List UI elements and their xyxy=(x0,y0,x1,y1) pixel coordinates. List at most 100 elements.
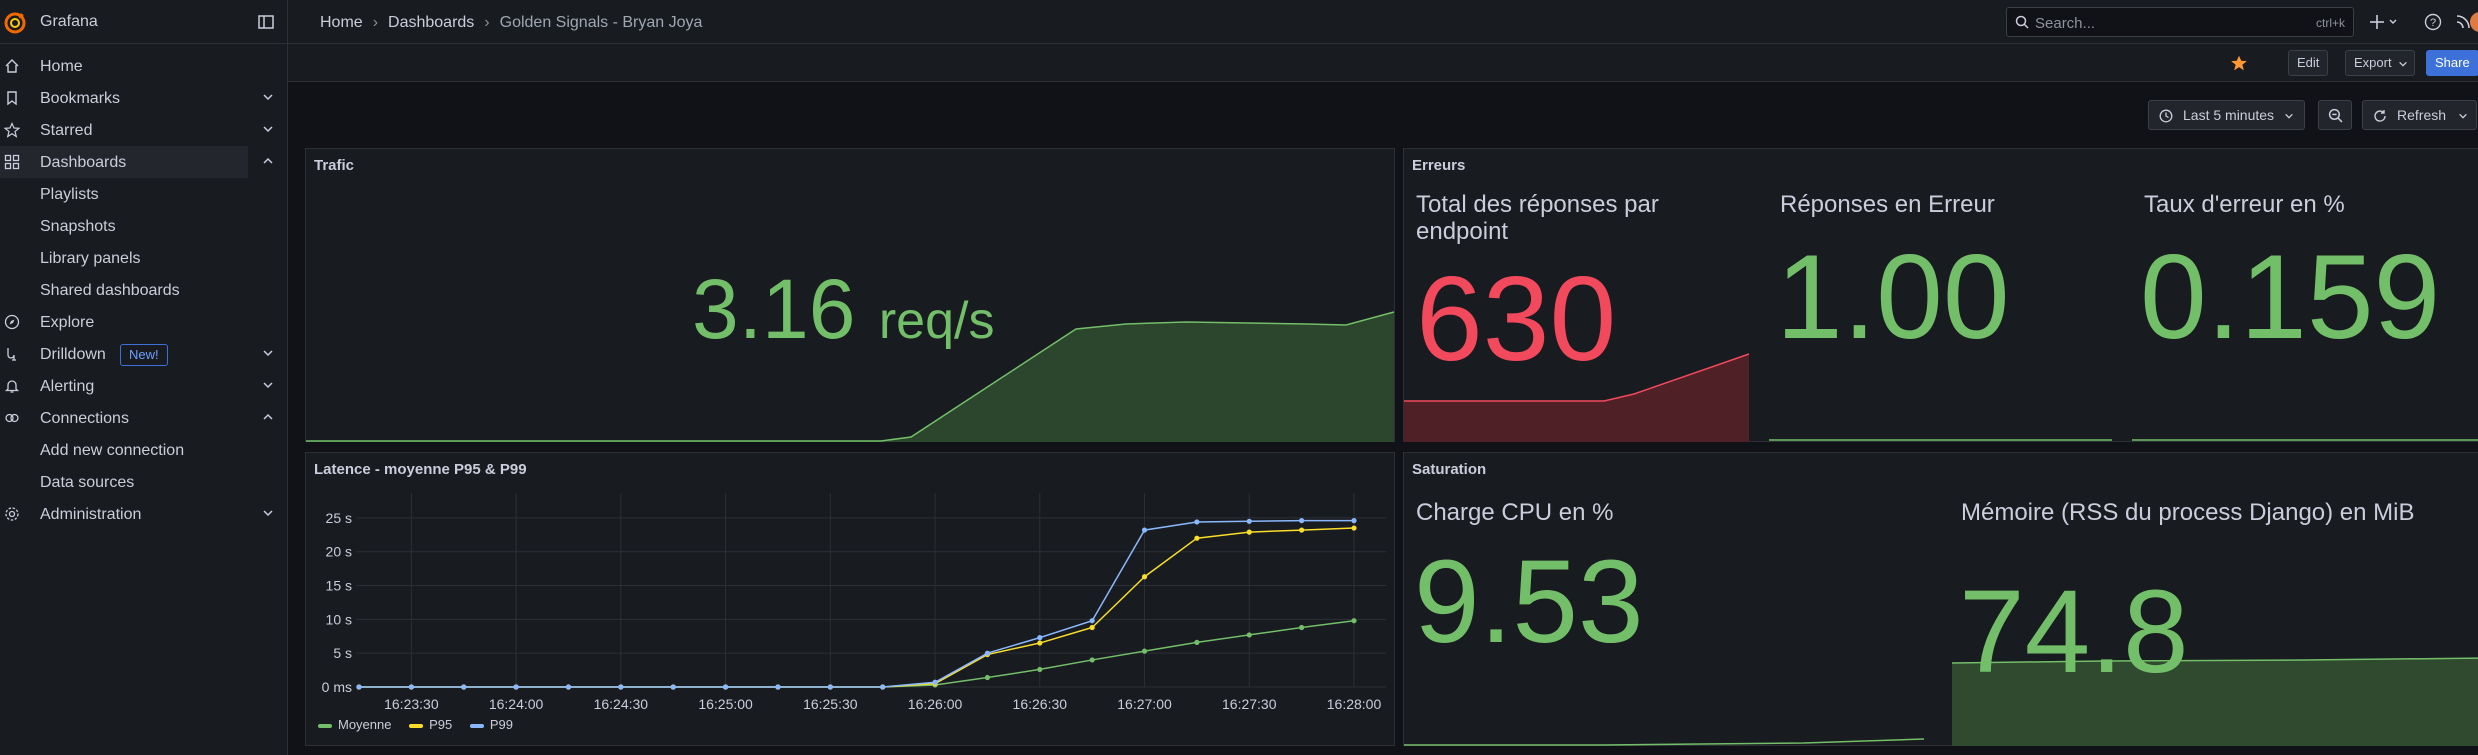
stat-value-error-rate: 0.159 xyxy=(2140,230,2441,364)
sidebar-item-label: Bookmarks xyxy=(40,90,121,107)
sidebar-item-administration[interactable]: Administration xyxy=(0,498,273,530)
edit-button[interactable]: Edit xyxy=(2288,50,2329,76)
chevron-down-icon[interactable] xyxy=(262,91,274,103)
help-icon[interactable]: ? xyxy=(2424,13,2442,31)
x-tick-label: 16:26:30 xyxy=(1013,696,1068,712)
sidebar-item-label: Add new connection xyxy=(40,442,185,459)
y-tick-label: 25 s xyxy=(326,510,352,526)
x-tick-label: 16:25:00 xyxy=(698,696,753,712)
chevron-down-icon[interactable] xyxy=(262,123,274,135)
sidebar-item-drilldown[interactable]: Drilldown New! xyxy=(0,338,273,370)
refresh-button[interactable]: Refresh xyxy=(2362,100,2478,130)
chevron-up-icon[interactable] xyxy=(262,411,274,423)
drilldown-icon xyxy=(7,348,16,361)
latency-chart[interactable]: 0 ms 5 s 10 s 15 s 20 s 25 s 16:23:30 16:24:00 1… xyxy=(306,453,1396,747)
legend-label: P95 xyxy=(429,717,453,732)
y-tick-label: 15 s xyxy=(326,578,352,594)
sidebar-item-dashboards[interactable]: Dashboards xyxy=(0,146,248,178)
data-point xyxy=(618,684,624,690)
data-point xyxy=(1299,518,1305,524)
x-tick-label: 16:27:30 xyxy=(1222,696,1277,712)
data-point xyxy=(984,650,991,656)
sidebar-item-explore[interactable]: Explore xyxy=(0,306,248,338)
svg-text:?: ? xyxy=(2430,17,2436,29)
data-point xyxy=(1351,518,1357,524)
breadcrumb: Home › Dashboards › Golden Signals - Bryan J… xyxy=(320,14,702,32)
apps-icon xyxy=(4,154,20,170)
sidebar-item-alerting[interactable]: Alerting xyxy=(0,370,273,402)
data-point xyxy=(1299,624,1305,631)
sidebar-item-playlists[interactable]: Playlists xyxy=(0,178,248,210)
legend-item-p95[interactable]: P95 xyxy=(409,717,452,732)
data-point xyxy=(1246,518,1252,524)
new-plus-icon[interactable] xyxy=(2370,13,2400,31)
panel-trafic[interactable]: Trafic 3.16 req/s xyxy=(305,148,1395,442)
sidebar-item-label: Playlists xyxy=(40,186,99,203)
legend-item-p99[interactable]: P99 xyxy=(469,717,513,732)
sidebar: Home Bookmarks Starred Dashboards Playli… xyxy=(0,44,288,755)
sidebar-item-bookmarks[interactable]: Bookmarks xyxy=(0,82,273,114)
data-point xyxy=(722,684,729,690)
data-point xyxy=(356,684,362,690)
dock-menu-icon[interactable] xyxy=(258,14,274,30)
x-tick-label: 16:24:00 xyxy=(489,696,544,712)
home-icon xyxy=(5,59,19,73)
sidebar-item-add-new-connection[interactable]: Add new connection xyxy=(0,434,248,466)
grafana-logo-icon[interactable] xyxy=(4,12,26,34)
chevron-down-icon[interactable] xyxy=(262,379,274,391)
search-input[interactable]: Search... ctrl+k xyxy=(2006,7,2354,37)
time-range-label: Last 5 minutes xyxy=(2183,107,2275,123)
sidebar-item-label: Connections xyxy=(40,410,129,427)
favorite-star-icon[interactable] xyxy=(2230,54,2248,72)
chart-legend: Moyenne P95 P99 xyxy=(318,717,513,732)
refresh-label: Refresh xyxy=(2397,107,2447,123)
chevron-down-icon[interactable] xyxy=(262,507,274,519)
sidebar-item-starred[interactable]: Starred xyxy=(0,114,273,146)
data-point xyxy=(1194,519,1200,525)
sidebar-item-library-panels[interactable]: Library panels xyxy=(0,242,248,274)
data-point xyxy=(1037,635,1043,641)
data-point xyxy=(1037,640,1043,646)
data-point xyxy=(1246,529,1252,535)
x-tick-label: 16:23:30 xyxy=(384,696,439,712)
stat-title-error-rate: Taux d'erreur en % xyxy=(2144,191,2345,218)
data-point xyxy=(1141,527,1148,533)
data-point xyxy=(880,684,886,690)
stat-value-cpu: 9.53 xyxy=(1414,536,1644,668)
sidebar-item-connections[interactable]: Connections xyxy=(0,402,248,434)
export-button[interactable]: Export xyxy=(2345,50,2415,76)
data-point xyxy=(1037,666,1043,673)
legend-item-moyenne[interactable]: Moyenne xyxy=(318,717,391,732)
sidebar-item-snapshots[interactable]: Snapshots xyxy=(0,210,248,242)
sidebar-item-data-sources[interactable]: Data sources xyxy=(0,466,248,498)
chevron-down-icon[interactable] xyxy=(2458,111,2468,121)
sidebar-item-label: Drilldown xyxy=(40,346,106,363)
time-range-picker[interactable]: Last 5 minutes xyxy=(2148,100,2306,130)
panel-latence[interactable]: Latence - moyenne P95 & P99 0 ms 5 s 10 s1… xyxy=(305,452,1395,746)
breadcrumb-dashboards[interactable]: Dashboards xyxy=(388,14,474,31)
data-point xyxy=(827,684,833,690)
sidebar-item-label: Alerting xyxy=(40,378,95,395)
y-tick-label: 10 s xyxy=(326,611,352,627)
new-badge: New! xyxy=(120,344,168,366)
sidebar-item-shared-dashboards[interactable]: Shared dashboards xyxy=(0,274,248,306)
chevron-down-icon xyxy=(2285,113,2293,119)
x-tick-label: 16:25:30 xyxy=(803,696,858,712)
legend-label: Moyenne xyxy=(338,717,392,732)
chevron-up-icon[interactable] xyxy=(262,155,274,167)
share-button[interactable]: Share xyxy=(2426,50,2478,76)
data-point xyxy=(984,674,991,681)
panel-erreurs[interactable]: Erreurs Total des réponses par endpoint … xyxy=(1403,148,2478,442)
panel-saturation[interactable]: Saturation Charge CPU en % 9.53 Mémoire … xyxy=(1403,452,2478,746)
data-point xyxy=(1089,624,1095,631)
sidebar-item-home[interactable]: Home xyxy=(0,50,248,82)
sidebar-item-label: Starred xyxy=(40,122,93,139)
data-point xyxy=(1299,527,1305,533)
compass-icon xyxy=(4,314,20,330)
data-point xyxy=(1141,574,1148,580)
stat-title-memory: Mémoire (RSS du process Django) en MiB xyxy=(1961,499,2415,526)
y-tick-label: 0 ms xyxy=(322,679,352,695)
zoom-out-button[interactable] xyxy=(2318,100,2352,130)
chevron-down-icon[interactable] xyxy=(262,347,274,359)
breadcrumb-home[interactable]: Home xyxy=(320,14,363,31)
